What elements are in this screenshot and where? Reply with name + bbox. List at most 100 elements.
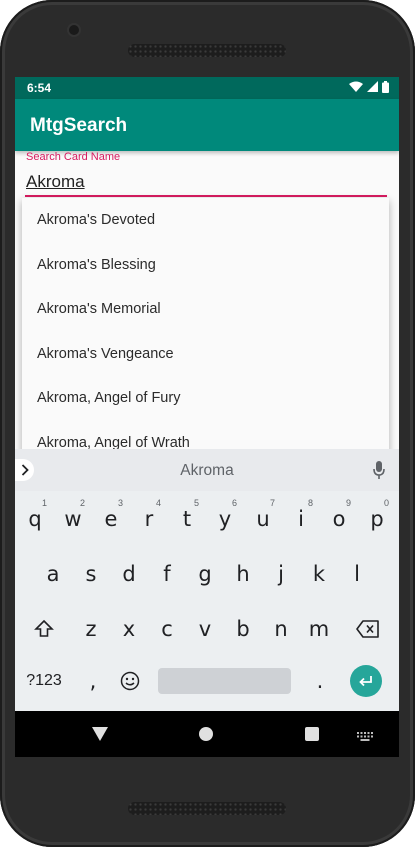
status-bar: 6:54 — [15, 77, 399, 99]
key-k[interactable]: k — [301, 555, 337, 593]
key-hint: 6 — [231, 498, 237, 508]
key-z[interactable]: z — [73, 610, 109, 648]
keyboard-suggestion-word[interactable]: Akroma — [15, 462, 399, 480]
key-i[interactable]: i8 — [283, 498, 319, 538]
suggestion-item[interactable]: Akroma's Devoted — [22, 198, 389, 242]
key-d[interactable]: d — [111, 555, 147, 593]
key-q[interactable]: q1 — [17, 498, 53, 538]
search-field-label: Search Card Name — [26, 151, 121, 163]
key-u[interactable]: u7 — [245, 498, 281, 538]
autocomplete-dropdown: Akroma's Devoted Akroma's Blessing Akrom… — [22, 198, 389, 458]
key-w[interactable]: w2 — [55, 498, 91, 538]
recents-icon[interactable] — [305, 727, 319, 741]
key-x[interactable]: x — [111, 610, 147, 648]
key-label: o — [332, 507, 346, 531]
key-comma[interactable]: , — [75, 662, 111, 700]
key-hint: 9 — [345, 498, 351, 508]
front-camera — [69, 25, 79, 35]
emoji-icon[interactable] — [112, 662, 148, 700]
suggestion-item[interactable]: Akroma, Angel of Fury — [22, 376, 389, 420]
key-label: w — [64, 507, 82, 531]
key-a[interactable]: a — [35, 555, 71, 593]
battery-icon — [382, 80, 389, 96]
app-bar: MtgSearch — [15, 99, 399, 151]
key-label: q — [28, 507, 42, 531]
key-hint: 3 — [117, 498, 123, 508]
key-label: m — [308, 617, 330, 641]
key-hint: 1 — [41, 498, 47, 508]
home-icon[interactable] — [199, 727, 213, 741]
key-label: i — [298, 507, 304, 531]
suggestion-item[interactable]: Akroma's Memorial — [22, 287, 389, 331]
key-label: r — [144, 507, 154, 531]
key-label: j — [278, 562, 284, 586]
shift-icon[interactable] — [25, 610, 63, 648]
key-hint: 8 — [307, 498, 313, 508]
navigation-bar — [15, 711, 399, 757]
key-label: d — [122, 562, 136, 586]
bottom-speaker — [128, 802, 286, 815]
key-hint: 2 — [79, 498, 85, 508]
key-label: e — [104, 507, 118, 531]
symbols-key[interactable]: ?123 — [20, 662, 68, 700]
top-speaker — [128, 44, 286, 57]
backspace-icon[interactable] — [350, 610, 386, 648]
keyboard-suggestion-bar: Akroma — [15, 449, 399, 491]
key-label: . — [316, 669, 324, 693]
key-label: p — [370, 507, 384, 531]
keyboard-icon[interactable] — [357, 729, 373, 747]
search-card-name-input[interactable] — [25, 169, 387, 197]
back-icon[interactable] — [92, 727, 108, 746]
key-c[interactable]: c — [149, 610, 185, 648]
key-label: u — [256, 507, 270, 531]
enter-icon[interactable] — [350, 665, 382, 697]
key-g[interactable]: g — [187, 555, 223, 593]
soft-keyboard: Akroma q1 w2 e3 r4 t5 y6 u7 i8 o9 p0 a s… — [15, 449, 399, 711]
app-title: MtgSearch — [30, 115, 128, 136]
key-m[interactable]: m — [301, 610, 337, 648]
key-t[interactable]: t5 — [169, 498, 205, 538]
key-label: ?123 — [26, 672, 62, 689]
key-label: c — [161, 617, 173, 641]
key-e[interactable]: e3 — [93, 498, 129, 538]
phone-frame: 6:54 MtgSearch Search Card Name Akroma's — [0, 0, 415, 847]
key-label: f — [163, 562, 171, 586]
key-label: k — [312, 562, 326, 586]
suggestion-item[interactable]: Akroma's Blessing — [22, 243, 389, 287]
key-hint: 5 — [193, 498, 199, 508]
status-icons — [349, 80, 389, 96]
key-r[interactable]: r4 — [131, 498, 167, 538]
screen: 6:54 MtgSearch Search Card Name Akroma's — [15, 77, 399, 757]
key-n[interactable]: n — [263, 610, 299, 648]
key-label: s — [85, 562, 97, 586]
key-label: v — [198, 617, 212, 641]
key-h[interactable]: h — [225, 555, 261, 593]
key-f[interactable]: f — [149, 555, 185, 593]
key-y[interactable]: y6 — [207, 498, 243, 538]
key-label: g — [198, 562, 212, 586]
key-label: y — [218, 507, 232, 531]
key-hint: 4 — [155, 498, 161, 508]
key-b[interactable]: b — [225, 610, 261, 648]
key-label: z — [85, 617, 97, 641]
key-label: l — [354, 562, 360, 586]
cell-signal-icon — [367, 81, 378, 95]
space-key[interactable] — [158, 668, 291, 694]
key-p[interactable]: p0 — [359, 498, 395, 538]
key-label: h — [236, 562, 250, 586]
key-hint: 7 — [269, 498, 275, 508]
key-period[interactable]: . — [302, 662, 338, 700]
key-j[interactable]: j — [263, 555, 299, 593]
key-hint: 0 — [383, 498, 389, 508]
key-s[interactable]: s — [73, 555, 109, 593]
key-label: t — [182, 507, 192, 531]
key-l[interactable]: l — [339, 555, 375, 593]
key-label: b — [236, 617, 250, 641]
status-time: 6:54 — [27, 81, 52, 95]
wifi-icon — [349, 81, 363, 96]
suggestion-item[interactable]: Akroma's Vengeance — [22, 332, 389, 376]
key-v[interactable]: v — [187, 610, 223, 648]
key-label: x — [122, 617, 136, 641]
mic-icon[interactable] — [373, 461, 385, 484]
key-o[interactable]: o9 — [321, 498, 357, 538]
